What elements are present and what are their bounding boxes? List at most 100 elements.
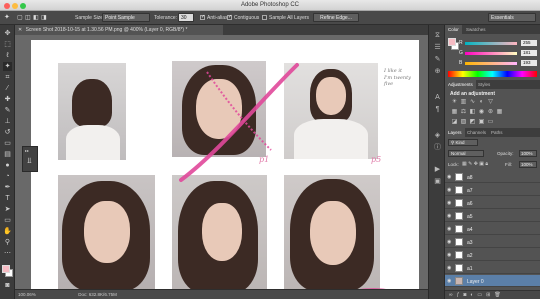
visibility-eye-icon[interactable]: ◉	[447, 265, 453, 271]
lasso-tool-icon[interactable]: ℓ	[3, 51, 12, 60]
r-value[interactable]: 255	[521, 40, 537, 46]
r-slider[interactable]	[465, 42, 517, 45]
clone-stamp-icon[interactable]: ⊥	[3, 117, 12, 126]
layer-row-a7[interactable]: ◉ a7	[445, 184, 540, 196]
color-fg-swatch[interactable]	[448, 38, 456, 46]
tab-paths[interactable]: Paths	[488, 128, 506, 137]
tolerance-input[interactable]: 30	[178, 13, 194, 22]
g-value[interactable]: 181	[521, 50, 537, 56]
b-slider[interactable]	[465, 62, 517, 65]
zoom-tool-icon[interactable]: ⚲	[3, 238, 12, 247]
visibility-eye-icon[interactable]: ◉	[447, 278, 453, 284]
link-layers-icon[interactable]: ∞	[449, 292, 457, 298]
dodge-tool-icon[interactable]: ◔	[3, 172, 12, 181]
visibility-eye-icon[interactable]: ◉	[447, 239, 453, 245]
visibility-eye-icon[interactable]: ◉	[447, 174, 453, 180]
color-spectrum[interactable]	[448, 71, 537, 77]
kind-filter-select[interactable]: ⚲ Kind	[448, 139, 478, 146]
anti-alias-checkbox[interactable]	[200, 14, 205, 20]
visibility-eye-icon[interactable]: ◉	[447, 187, 453, 193]
layer-row-a4[interactable]: ◉ a4	[445, 223, 540, 235]
color-balance-icon[interactable]: ⚖	[460, 109, 467, 116]
canvas-area[interactable]: I like it I'm twenty five p1 p5	[15, 35, 428, 289]
curves-icon[interactable]: ∿	[469, 99, 476, 106]
channel-mixer-icon[interactable]: ⊛	[487, 109, 494, 116]
color-lookup-icon[interactable]: ▦	[496, 109, 503, 116]
add-selection-icon[interactable]: ◫	[25, 14, 31, 21]
gradient-tool-icon[interactable]: ▤	[3, 150, 12, 159]
character-panel-icon[interactable]: ⫫	[27, 156, 32, 166]
path-selection-icon[interactable]: ➤	[3, 205, 12, 214]
floating-tool-panel[interactable]: ▸▸ ⫫	[22, 146, 38, 172]
history-icon[interactable]: ⧖	[433, 31, 442, 40]
exposure-icon[interactable]: ◐	[478, 99, 485, 106]
tab-swatches[interactable]: Swatches	[463, 25, 489, 34]
move-tool-icon[interactable]: ✥	[3, 29, 12, 38]
eraser-tool-icon[interactable]: ▭	[3, 139, 12, 148]
b-value[interactable]: 193	[521, 60, 537, 66]
actions-icon[interactable]: ▶	[433, 165, 442, 174]
magic-wand-tool-icon[interactable]: ✦	[4, 13, 10, 21]
photo-filter-icon[interactable]: ◉	[478, 109, 485, 116]
layer-comps-icon[interactable]: ▣	[433, 177, 442, 186]
sample-size-select[interactable]: Point Sample	[102, 13, 150, 22]
posterize-icon[interactable]: ▨	[460, 119, 467, 126]
brush-tool-icon[interactable]: ✎	[3, 106, 12, 115]
type-tool-icon[interactable]: T	[3, 194, 12, 203]
document-canvas[interactable]: I like it I'm twenty five p1 p5	[31, 40, 419, 289]
subtract-selection-icon[interactable]: ◧	[33, 14, 39, 21]
tab-adjustments[interactable]: Adjustments	[445, 80, 476, 89]
blur-tool-icon[interactable]: ●	[3, 161, 12, 170]
tab-channels[interactable]: Channels	[464, 128, 489, 137]
healing-brush-icon[interactable]: ✚	[3, 95, 12, 104]
visibility-eye-icon[interactable]: ◉	[447, 252, 453, 258]
vibrance-icon[interactable]: ▽	[487, 99, 494, 106]
paragraph-icon[interactable]: ¶	[433, 105, 442, 114]
intersect-selection-icon[interactable]: ◨	[41, 14, 47, 21]
black-white-icon[interactable]: ◧	[469, 109, 476, 116]
new-group-icon[interactable]: ▭	[477, 292, 486, 298]
new-selection-icon[interactable]: ▢	[17, 14, 23, 21]
layer-row-a8[interactable]: ◉ a8	[445, 171, 540, 183]
close-tab-icon[interactable]: ✕	[18, 27, 22, 33]
layer-row-a3[interactable]: ◉ a3	[445, 236, 540, 248]
layer-row-a6[interactable]: ◉ a6	[445, 197, 540, 209]
document-tab[interactable]: ✕ Screen Shot 2018-10-15 at 1.30.56 PM.p…	[15, 25, 223, 35]
layer-row-a2[interactable]: ◉ a2	[445, 249, 540, 261]
sample-all-layers-checkbox[interactable]	[262, 15, 267, 20]
eyedropper-tool-icon[interactable]: ⁄	[3, 84, 12, 93]
tab-color[interactable]: Color	[445, 25, 462, 34]
tab-styles[interactable]: Styles	[475, 80, 493, 89]
marquee-tool-icon[interactable]: ⬚	[3, 40, 12, 49]
shape-tool-icon[interactable]: ▭	[3, 216, 12, 225]
info-icon[interactable]: ⓘ	[433, 143, 442, 152]
magic-wand-icon[interactable]: ✦	[3, 62, 12, 71]
crop-tool-icon[interactable]: ⌗	[3, 73, 12, 82]
fill-input[interactable]: 100%	[519, 161, 537, 168]
zoom-level[interactable]: 100.06%	[18, 292, 36, 297]
visibility-eye-icon[interactable]: ◉	[447, 213, 453, 219]
layer-row-layer-0[interactable]: ◉ Layer 0	[445, 275, 540, 287]
invert-icon[interactable]: ◪	[451, 119, 458, 126]
collapse-icon[interactable]: ▸▸	[25, 148, 29, 153]
properties-icon[interactable]: ☰	[433, 43, 442, 52]
visibility-eye-icon[interactable]: ◉	[447, 226, 453, 232]
layer-row-a5[interactable]: ◉ a5	[445, 210, 540, 222]
lock-icons[interactable]: ▦ ✎ ✥ ▣ 🔒︎	[462, 161, 488, 167]
quick-mask-icon[interactable]: ◙	[3, 281, 12, 290]
contiguous-checkbox[interactable]	[227, 14, 232, 20]
g-slider[interactable]	[465, 52, 517, 55]
blend-mode-select[interactable]: Normal	[448, 150, 484, 157]
refine-edge-button[interactable]: Refine Edge...	[313, 13, 359, 22]
workspace-select[interactable]: Essentials	[488, 13, 536, 22]
hue-saturation-icon[interactable]: ▦	[451, 109, 458, 116]
foreground-color-swatch[interactable]	[2, 265, 10, 273]
gradient-map-icon[interactable]: ▭	[487, 119, 494, 126]
delete-layer-icon[interactable]: 🗑︎	[494, 292, 504, 298]
levels-icon[interactable]: ▥	[460, 99, 467, 106]
threshold-icon[interactable]: ◩	[469, 119, 476, 126]
navigator-icon[interactable]: ◈	[433, 131, 442, 140]
brightness-contrast-icon[interactable]: ☀	[451, 99, 458, 106]
layer-row-a1[interactable]: ◉ a1	[445, 262, 540, 274]
history-brush-icon[interactable]: ↺	[3, 128, 12, 137]
